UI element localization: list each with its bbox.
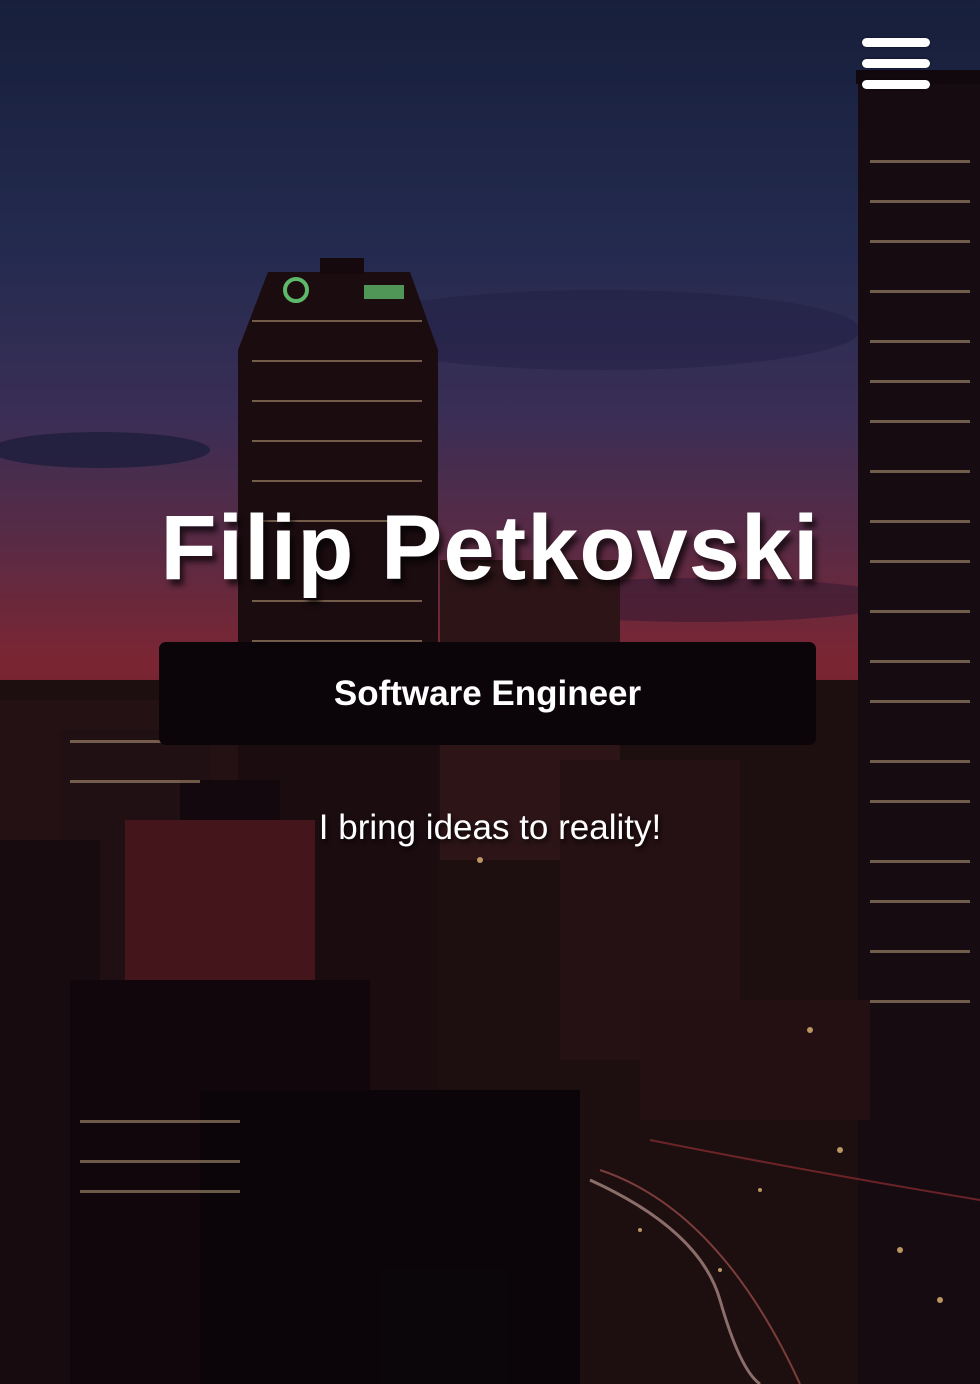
menu-bar-middle (862, 59, 930, 68)
menu-bar-bottom (862, 80, 930, 89)
role-label: Software Engineer (333, 673, 642, 713)
menu-bar-top (862, 38, 930, 47)
hamburger-menu-icon[interactable] (862, 38, 932, 90)
hero-tagline: I bring ideas to reality! (318, 808, 662, 847)
hero-name: Filip Petkovski (160, 497, 820, 599)
role-badge: Software Engineer (159, 642, 816, 745)
hero-section: Filip Petkovski Software Engineer I brin… (0, 0, 980, 1384)
